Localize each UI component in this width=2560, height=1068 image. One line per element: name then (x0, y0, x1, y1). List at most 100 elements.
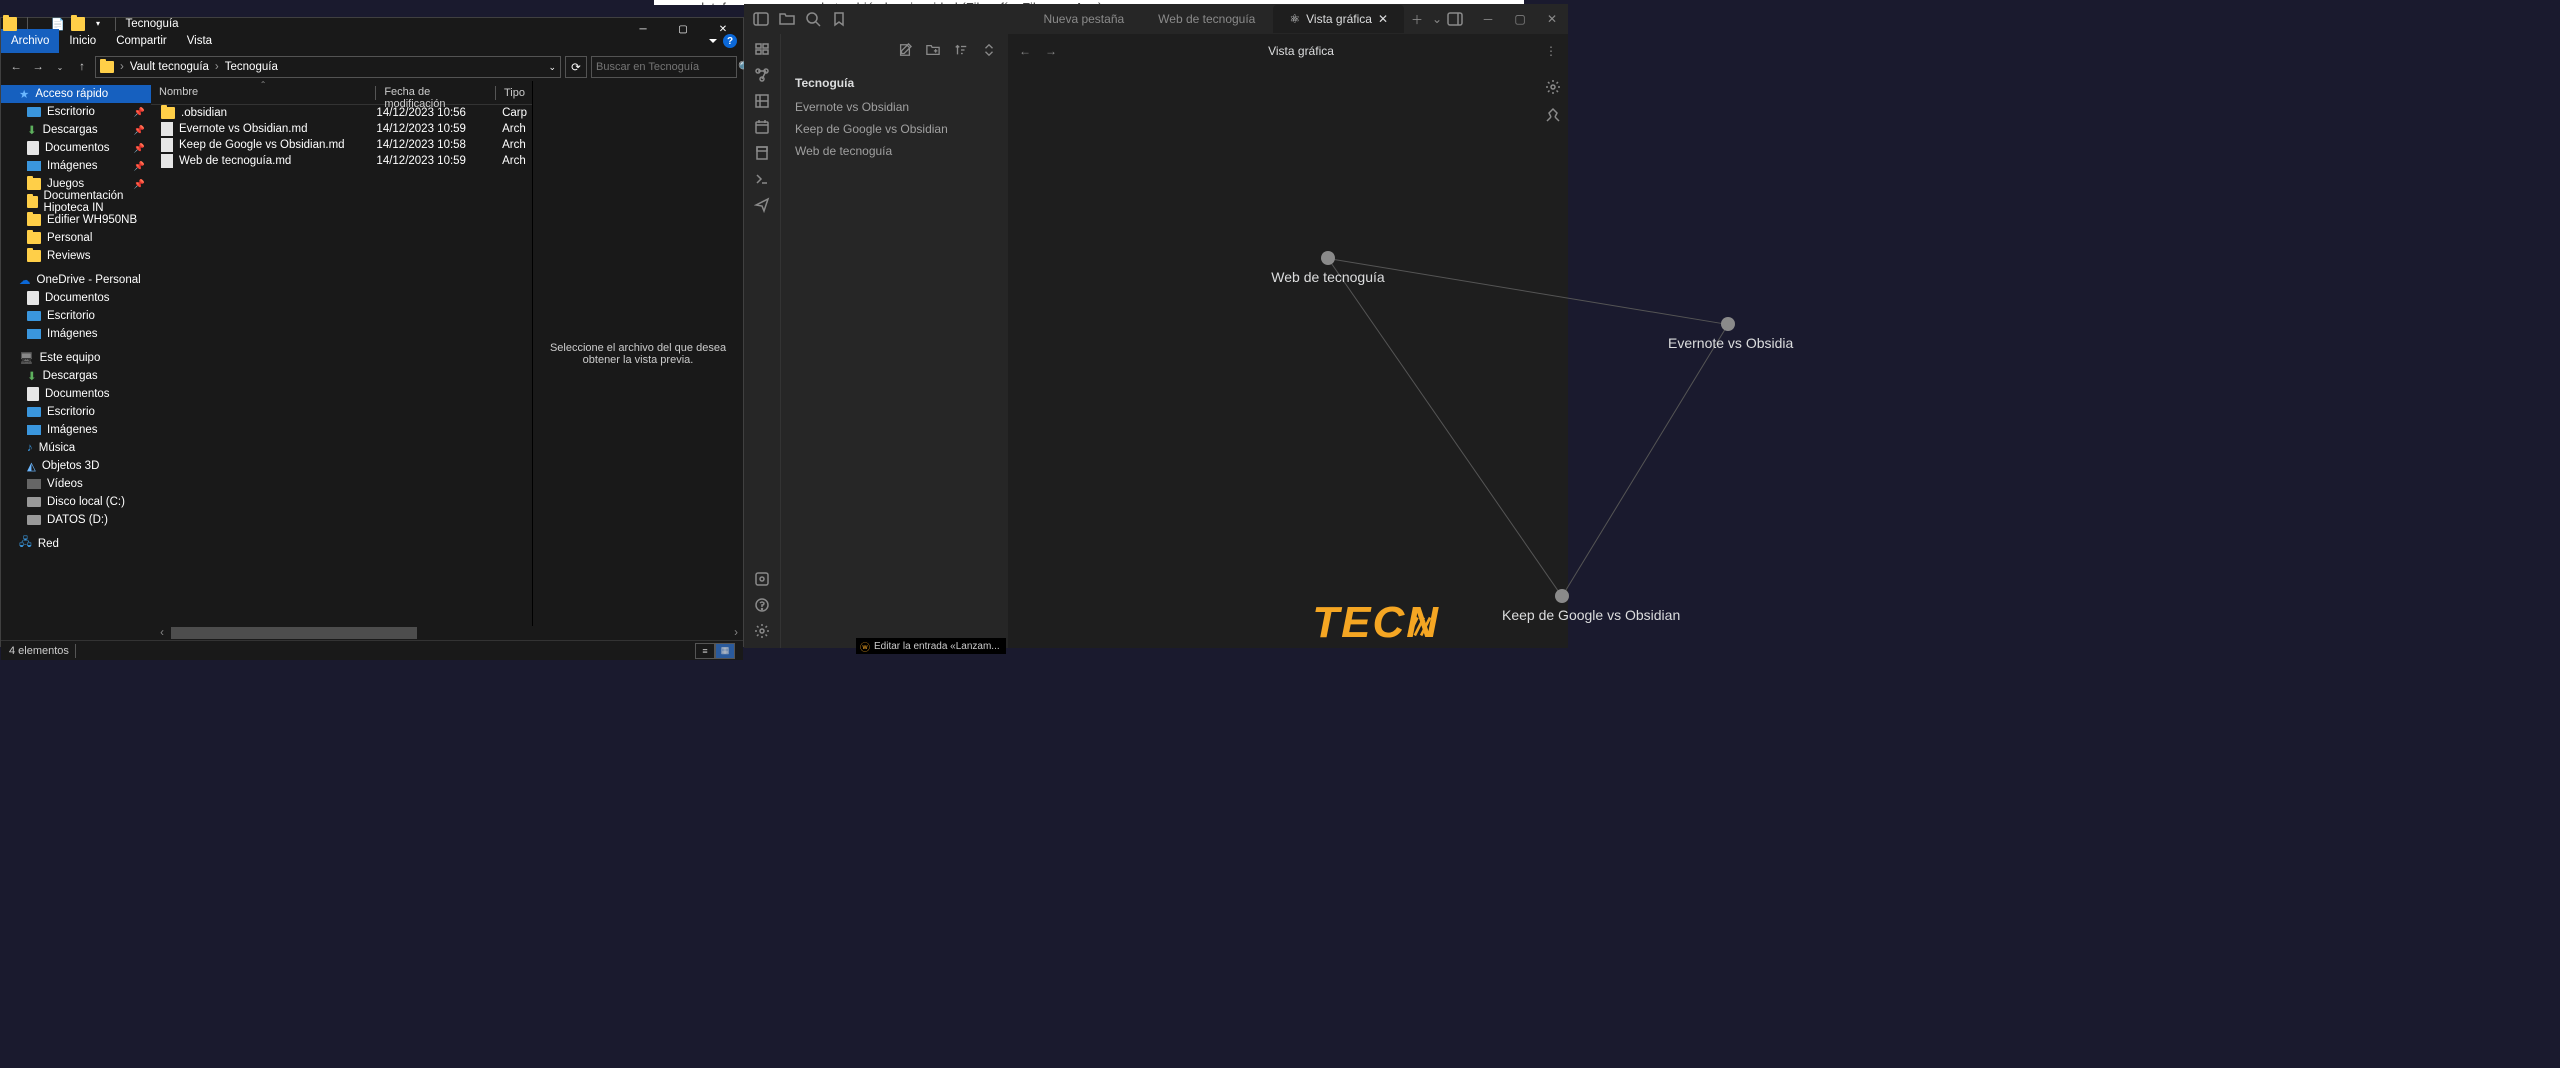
close-button[interactable]: ✕ (1536, 4, 1568, 34)
file-row[interactable]: Evernote vs Obsidian.md14/12/2023 10:59A… (151, 121, 532, 137)
crumb-root[interactable]: Vault tecnoguía (130, 61, 209, 73)
sort-icon[interactable] (952, 41, 970, 59)
new-tab-button[interactable]: ＋ (1406, 11, 1428, 28)
sidebar-toggle-icon[interactable] (752, 10, 770, 28)
crumb-current[interactable]: Tecnoguía (225, 61, 278, 73)
canvas-icon[interactable] (753, 92, 771, 110)
search-icon[interactable] (804, 10, 822, 28)
back-button[interactable]: ← (7, 58, 25, 76)
taskbar-preview[interactable]: ⓦ Editar la entrada «Lanzam... (856, 638, 1006, 654)
sidebar-item[interactable]: Escritorio (1, 307, 151, 325)
view-details-button[interactable]: ≡ (695, 643, 715, 659)
sidebar-item[interactable]: Documentos (1, 385, 151, 403)
templates-icon[interactable] (753, 144, 771, 162)
graph-view[interactable]: Web de tecnoguíaEvernote vs ObsidiaKeep … (1008, 68, 1568, 648)
menu-home[interactable]: Inicio (59, 29, 106, 53)
collapse-icon[interactable] (980, 41, 998, 59)
daily-note-icon[interactable] (753, 118, 771, 136)
vault-name[interactable]: Tecnoguía (785, 70, 1004, 96)
sidebar-quick-access[interactable]: ★ Acceso rápido (1, 85, 151, 103)
maximize-button[interactable]: ▢ (1504, 4, 1536, 34)
sidebar-item[interactable]: Documentación Hipoteca IN (1, 193, 151, 211)
sidebar-item[interactable]: ♪Música (1, 439, 151, 457)
sidebar-item[interactable]: Imágenes (1, 325, 151, 343)
recent-dropdown[interactable]: ⌄ (51, 58, 69, 76)
obsidian-tab[interactable]: Nueva pestaña (1027, 5, 1140, 33)
close-button[interactable]: ✕ (703, 18, 743, 40)
sidebar-item[interactable]: DATOS (D:) (1, 511, 151, 529)
maximize-button[interactable]: ▢ (663, 18, 703, 40)
vault-icon[interactable] (753, 570, 771, 588)
quick-switcher-icon[interactable] (753, 40, 771, 58)
sidebar-item[interactable]: Disco local (C:) (1, 493, 151, 511)
sidebar-item-label: Descargas (43, 124, 98, 136)
sidebar-this-pc[interactable]: 🖥 Este equipo (1, 349, 151, 367)
help-icon[interactable] (753, 596, 771, 614)
file-row[interactable]: Web de tecnoguía.md14/12/2023 10:59Arch (151, 153, 532, 169)
sidebar-item[interactable]: Edifier WH950NB (1, 211, 151, 229)
file-row[interactable]: Keep de Google vs Obsidian.md14/12/2023 … (151, 137, 532, 153)
graph-view-icon[interactable] (753, 66, 771, 84)
note-item[interactable]: Evernote vs Obsidian (785, 96, 1004, 118)
view-large-button[interactable]: ▦ (715, 643, 735, 659)
sidebar-item[interactable]: Imágenes (1, 421, 151, 439)
tab-dropdown-icon[interactable]: ⌄ (1428, 10, 1446, 28)
refresh-button[interactable]: ⟳ (565, 56, 587, 78)
more-icon[interactable]: ⋮ (1542, 42, 1560, 60)
sidebar-item[interactable]: Vídeos (1, 475, 151, 493)
sidebar-item[interactable]: Escritorio📌 (1, 103, 151, 121)
minimize-button[interactable]: ─ (1472, 4, 1504, 34)
sidebar-item[interactable]: Imágenes📌 (1, 157, 151, 175)
menu-share[interactable]: Compartir (106, 29, 176, 53)
sidebar-item[interactable]: Escritorio (1, 403, 151, 421)
publish-icon[interactable] (753, 196, 771, 214)
new-folder-icon[interactable] (924, 41, 942, 59)
new-note-icon[interactable] (896, 41, 914, 59)
note-item[interactable]: Keep de Google vs Obsidian (785, 118, 1004, 140)
sidebar-item[interactable]: Reviews (1, 247, 151, 265)
obsidian-tab[interactable]: Web de tecnoguía (1142, 5, 1271, 33)
graph-node[interactable]: Keep de Google vs Obsidian (1502, 589, 1622, 623)
right-sidebar-toggle-icon[interactable] (1446, 10, 1464, 28)
file-row[interactable]: .obsidian14/12/2023 10:56Carp (151, 105, 532, 121)
address-dropdown-icon[interactable]: ⌄ (548, 62, 556, 73)
obsidian-window: Nueva pestañaWeb de tecnoguía⚛Vista gráf… (744, 4, 1568, 648)
settings-icon[interactable] (753, 622, 771, 640)
minimize-button[interactable]: ─ (623, 18, 663, 40)
sidebar-network[interactable]: 🖧 Red (1, 535, 151, 553)
up-button[interactable]: ↑ (73, 58, 91, 76)
address-box[interactable]: › Vault tecnoguía › Tecnoguía ⌄ (95, 56, 561, 78)
nav-forward-icon[interactable]: → (1042, 42, 1060, 60)
tab-close-icon[interactable]: ✕ (1378, 12, 1388, 26)
sidebar-item[interactable]: ◭Objetos 3D (1, 457, 151, 475)
graph-node[interactable]: Evernote vs Obsidia (1668, 317, 1788, 351)
col-modified[interactable]: Fecha de modificación (376, 86, 496, 100)
search-input[interactable] (596, 61, 738, 73)
search-box[interactable]: 🔍 (591, 56, 737, 78)
note-item[interactable]: Web de tecnoguía (785, 140, 1004, 162)
sidebar-item[interactable]: Personal (1, 229, 151, 247)
sidebar-item[interactable]: ⬇Descargas📌 (1, 121, 151, 139)
nav-back-icon[interactable]: ← (1016, 42, 1034, 60)
horizontal-scrollbar[interactable]: ‹ › (1, 626, 743, 640)
menu-file[interactable]: Archivo (1, 29, 59, 53)
sidebar-item[interactable]: Documentos (1, 289, 151, 307)
cloud-icon: ☁ (19, 273, 31, 287)
sidebar-item[interactable]: ⬇Descargas (1, 367, 151, 385)
col-name[interactable]: ⌃Nombre (151, 86, 376, 100)
command-palette-icon[interactable] (753, 170, 771, 188)
col-type[interactable]: Tipo (496, 87, 532, 99)
column-headers[interactable]: ⌃Nombre Fecha de modificación Tipo (151, 81, 532, 105)
explorer-titlebar[interactable]: 📄 ▾ Tecnoguía ─ ▢ ✕ (1, 18, 743, 29)
sidebar-item[interactable]: Documentos📌 (1, 139, 151, 157)
graph-node[interactable]: Web de tecnoguía (1268, 251, 1388, 285)
forward-button[interactable]: → (29, 58, 47, 76)
bookmark-icon[interactable] (830, 10, 848, 28)
file-explorer-icon[interactable] (778, 10, 796, 28)
overflow-icon[interactable] (71, 17, 85, 31)
obsidian-tab[interactable]: ⚛Vista gráfica✕ (1273, 5, 1404, 33)
scrollbar-thumb[interactable] (171, 627, 417, 639)
sidebar-onedrive[interactable]: ☁ OneDrive - Personal (1, 271, 151, 289)
obsidian-titlebar[interactable]: Nueva pestañaWeb de tecnoguía⚛Vista gráf… (744, 4, 1568, 34)
menu-view[interactable]: Vista (177, 29, 222, 53)
